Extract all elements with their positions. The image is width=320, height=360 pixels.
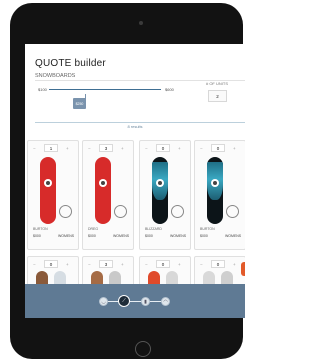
increment-button[interactable]: + xyxy=(233,262,236,267)
quantity-value[interactable]: 0 xyxy=(211,144,225,152)
logo-icon xyxy=(211,179,219,187)
decrement-button[interactable]: − xyxy=(33,262,36,267)
increment-button[interactable]: + xyxy=(121,146,124,151)
step-snowboard[interactable]: ⟋ xyxy=(118,295,130,307)
increment-button[interactable]: + xyxy=(233,146,236,151)
step-bucket[interactable]: ◡ xyxy=(99,297,108,306)
page-title: QUOTE builder xyxy=(35,58,106,69)
product-name: BURTON xyxy=(200,227,215,231)
product-card[interactable]: − 0 + BLIZZARD $000 WOMENS xyxy=(139,140,191,250)
increment-button[interactable]: + xyxy=(66,262,69,267)
price-slider-handle[interactable]: $250 xyxy=(73,98,86,109)
select-circle[interactable] xyxy=(226,205,239,218)
product-name: BLIZZARD xyxy=(145,227,162,231)
units-input[interactable]: 2 xyxy=(208,90,227,102)
decrement-button[interactable]: − xyxy=(88,262,91,267)
quantity-value[interactable]: 0 xyxy=(211,260,225,268)
increment-button[interactable]: + xyxy=(178,262,181,267)
decrement-button[interactable]: − xyxy=(145,262,148,267)
category-subtitle: SNOWBOARDS xyxy=(35,73,76,79)
product-gender: WOMENS xyxy=(113,234,130,238)
select-circle[interactable] xyxy=(171,205,184,218)
logo-icon xyxy=(44,179,52,187)
results-count: 8 results xyxy=(127,124,143,129)
results-divider xyxy=(35,122,245,123)
app-screen: QUOTE builder SNOWBOARDS $100 $600 $250 … xyxy=(25,44,245,318)
product-gender: WOMENS xyxy=(170,234,187,238)
units-label: # OF UNITS xyxy=(205,81,228,86)
home-button[interactable] xyxy=(135,341,151,357)
snowboard-image xyxy=(152,157,168,224)
decrement-button[interactable]: − xyxy=(200,262,203,267)
product-price: $000 xyxy=(145,234,153,238)
decrement-button[interactable]: − xyxy=(88,146,91,151)
decrement-button[interactable]: − xyxy=(145,146,148,151)
select-circle[interactable] xyxy=(59,205,72,218)
select-circle[interactable] xyxy=(114,205,127,218)
quantity-value[interactable]: 0 xyxy=(44,260,58,268)
bucket-icon: ◡ xyxy=(101,298,106,305)
logo-icon xyxy=(99,179,107,187)
boot-icon: ▮ xyxy=(144,298,147,305)
product-card[interactable]: − 0 + BURTON $000 WOMENS xyxy=(194,140,245,250)
skier-icon: ⟋ xyxy=(122,298,126,304)
product-card[interactable]: − 1 + BURTON $000 WOMENS xyxy=(27,140,79,250)
quantity-value[interactable]: 3 xyxy=(99,260,113,268)
product-price: $000 xyxy=(200,234,208,238)
quantity-value[interactable]: 1 xyxy=(44,144,58,152)
product-name: DREG xyxy=(88,227,99,231)
product-card[interactable]: − 3 + DREG $000 WOMENS xyxy=(82,140,134,250)
decrement-button[interactable]: − xyxy=(200,146,203,151)
increment-button[interactable]: + xyxy=(66,146,69,151)
quantity-value[interactable]: 3 xyxy=(99,144,113,152)
product-gender: WOMENS xyxy=(225,234,242,238)
snowboard-image xyxy=(207,157,223,224)
product-price: $000 xyxy=(88,234,96,238)
snowboard-image xyxy=(40,157,56,224)
quantity-value[interactable]: 0 xyxy=(156,144,170,152)
helmet-icon: ◠ xyxy=(163,298,168,305)
increment-button[interactable]: + xyxy=(178,146,181,151)
product-name: BURTON xyxy=(33,227,48,231)
side-drawer-handle[interactable] xyxy=(241,262,245,276)
product-gender: WOMENS xyxy=(58,234,75,238)
camera-dot xyxy=(139,21,143,25)
increment-button[interactable]: + xyxy=(121,262,124,267)
decrement-button[interactable]: − xyxy=(33,146,36,151)
price-min-label: $100 xyxy=(38,87,47,92)
logo-icon xyxy=(156,179,164,187)
step-connector-line xyxy=(103,301,169,302)
step-helmet[interactable]: ◠ xyxy=(161,297,170,306)
price-max-label: $600 xyxy=(165,87,174,92)
price-slider-track[interactable] xyxy=(49,89,161,90)
quantity-value[interactable]: 0 xyxy=(156,260,170,268)
snowboard-image xyxy=(95,157,111,224)
product-price: $000 xyxy=(33,234,41,238)
step-boots[interactable]: ▮ xyxy=(141,297,150,306)
